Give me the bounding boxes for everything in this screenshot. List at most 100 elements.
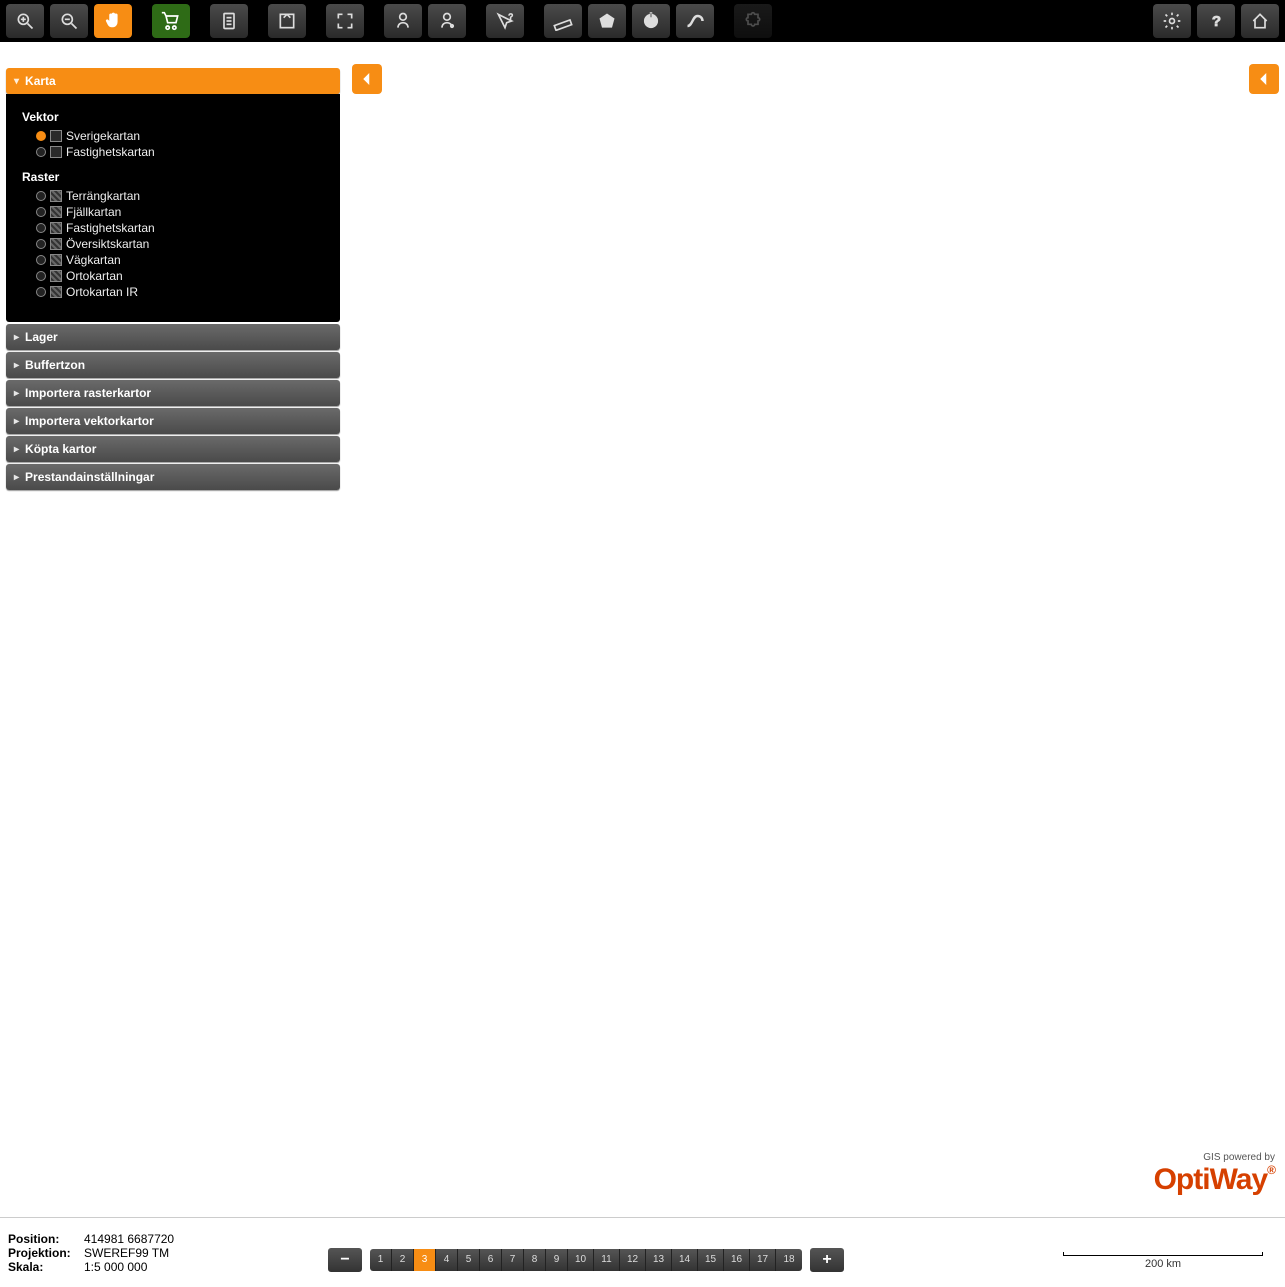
layer-oversiktskartan[interactable]: Översiktskartan bbox=[22, 236, 332, 252]
identify-point-button[interactable] bbox=[428, 4, 466, 38]
layer-label: Terrängkartan bbox=[66, 189, 140, 203]
puzzle-button[interactable] bbox=[734, 4, 772, 38]
layer-ortokartan-ir[interactable]: Ortokartan IR bbox=[22, 284, 332, 300]
zoom-step-18[interactable]: 18 bbox=[776, 1249, 802, 1271]
accordion-label: Importera rasterkartor bbox=[25, 386, 151, 400]
map-sweden bbox=[460, 120, 880, 940]
radio-off-icon bbox=[36, 271, 46, 281]
settings-button[interactable] bbox=[1153, 4, 1191, 38]
zoom-step-3[interactable]: 3 bbox=[414, 1249, 436, 1271]
zoom-step-15[interactable]: 15 bbox=[698, 1249, 724, 1271]
accordion-karta[interactable]: Karta bbox=[6, 68, 340, 94]
zoom-step-4[interactable]: 4 bbox=[436, 1249, 458, 1271]
zoom-step-11[interactable]: 11 bbox=[594, 1249, 620, 1271]
accordion-kopta-kartor[interactable]: Köpta kartor bbox=[6, 436, 340, 462]
layer-label: Ortokartan IR bbox=[66, 285, 138, 299]
layer-label: Ortokartan bbox=[66, 269, 123, 283]
zoom-in-button[interactable] bbox=[6, 4, 44, 38]
zoom-step-14[interactable]: 14 bbox=[672, 1249, 698, 1271]
collapse-left-panel-button[interactable] bbox=[352, 64, 382, 94]
raster-icon bbox=[50, 254, 62, 266]
credits-small: GIS powered by bbox=[1154, 1152, 1275, 1163]
cart-button[interactable] bbox=[152, 4, 190, 38]
help-button[interactable]: ? bbox=[1197, 4, 1235, 38]
zoom-step-9[interactable]: 9 bbox=[546, 1249, 568, 1271]
status-bar: Position:414981 6687720 Projektion:SWERE… bbox=[0, 1217, 1285, 1287]
radio-on-icon bbox=[36, 131, 46, 141]
shape-button[interactable] bbox=[588, 4, 626, 38]
radio-off-icon bbox=[36, 147, 46, 157]
raster-icon bbox=[50, 190, 62, 202]
scale-bar: 200 km bbox=[1063, 1252, 1263, 1270]
layer-vagkartan[interactable]: Vägkartan bbox=[22, 252, 332, 268]
layer-fastighetskartan-r[interactable]: Fastighetskartan bbox=[22, 220, 332, 236]
zoom-step-12[interactable]: 12 bbox=[620, 1249, 646, 1271]
accordion-prestanda[interactable]: Prestandainställningar bbox=[6, 464, 340, 490]
layer-sverigekartan[interactable]: Sverigekartan bbox=[22, 128, 332, 144]
zoom-in-icon bbox=[15, 11, 35, 31]
zoom-step-16[interactable]: 16 bbox=[724, 1249, 750, 1271]
accordion-label: Karta bbox=[25, 74, 56, 88]
accordion-import-vektor[interactable]: Importera vektorkartor bbox=[6, 408, 340, 434]
circle-icon bbox=[641, 11, 661, 31]
help-icon: ? bbox=[1206, 11, 1226, 31]
layer-fjallkartan[interactable]: Fjällkartan bbox=[22, 204, 332, 220]
path-button[interactable] bbox=[676, 4, 714, 38]
accordion-label: Importera vektorkartor bbox=[25, 414, 154, 428]
pan-icon bbox=[103, 11, 123, 31]
collapse-right-panel-button[interactable] bbox=[1249, 64, 1279, 94]
position-value: 414981 6687720 bbox=[84, 1232, 174, 1246]
layer-ortokartan[interactable]: Ortokartan bbox=[22, 268, 332, 284]
zoom-step-2[interactable]: 2 bbox=[392, 1249, 414, 1271]
identify-feature-button[interactable] bbox=[384, 4, 422, 38]
zoom-step-13[interactable]: 13 bbox=[646, 1249, 672, 1271]
zoom-out-step-button[interactable]: − bbox=[328, 1248, 362, 1272]
fullextent-button[interactable] bbox=[326, 4, 364, 38]
svg-text:?: ? bbox=[1212, 13, 1221, 30]
layer-fastighetskartan-v[interactable]: Fastighetskartan bbox=[22, 144, 332, 160]
home-icon bbox=[1250, 11, 1270, 31]
home-button[interactable] bbox=[1241, 4, 1279, 38]
zoom-step-8[interactable]: 8 bbox=[524, 1249, 546, 1271]
layer-label: Fjällkartan bbox=[66, 205, 121, 219]
scale-bar-label: 200 km bbox=[1063, 1258, 1263, 1270]
layer-label: Sverigekartan bbox=[66, 129, 140, 143]
scale-label: Skala: bbox=[8, 1260, 80, 1274]
accordion-buffertzon[interactable]: Buffertzon bbox=[6, 352, 340, 378]
zoom-steps: 123456789101112131415161718 bbox=[370, 1249, 802, 1271]
doc-button[interactable] bbox=[210, 4, 248, 38]
accordion-import-raster[interactable]: Importera rasterkartor bbox=[6, 380, 340, 406]
doc-icon bbox=[219, 11, 239, 31]
accordion-label: Köpta kartor bbox=[25, 442, 96, 456]
zoom-step-7[interactable]: 7 bbox=[502, 1249, 524, 1271]
ruler-icon bbox=[553, 11, 573, 31]
export-icon bbox=[277, 11, 297, 31]
sidebar: Karta Vektor Sverigekartan Fastighetskar… bbox=[6, 66, 340, 490]
zoom-bar: − 123456789101112131415161718 + bbox=[328, 1248, 844, 1272]
select-question-button[interactable]: ? bbox=[486, 4, 524, 38]
radio-off-icon bbox=[36, 255, 46, 265]
export-button[interactable] bbox=[268, 4, 306, 38]
zoom-step-5[interactable]: 5 bbox=[458, 1249, 480, 1271]
zoom-step-10[interactable]: 10 bbox=[568, 1249, 594, 1271]
accordion-lager[interactable]: Lager bbox=[6, 324, 340, 350]
zoom-step-1[interactable]: 1 bbox=[370, 1249, 392, 1271]
ruler-button[interactable] bbox=[544, 4, 582, 38]
zoom-out-button[interactable] bbox=[50, 4, 88, 38]
gear-icon bbox=[1162, 11, 1182, 31]
zoom-in-step-button[interactable]: + bbox=[810, 1248, 844, 1272]
zoom-out-icon bbox=[59, 11, 79, 31]
raster-icon bbox=[50, 270, 62, 282]
zoom-step-17[interactable]: 17 bbox=[750, 1249, 776, 1271]
chevron-left-icon bbox=[358, 70, 376, 88]
top-toolbar: ? ? bbox=[0, 0, 1285, 42]
layer-label: Översiktskartan bbox=[66, 237, 149, 251]
layer-terrangkartan[interactable]: Terrängkartan bbox=[22, 188, 332, 204]
zoom-step-6[interactable]: 6 bbox=[480, 1249, 502, 1271]
circle-button[interactable] bbox=[632, 4, 670, 38]
cart-icon bbox=[161, 11, 181, 31]
pan-button[interactable] bbox=[94, 4, 132, 38]
layer-label: Vägkartan bbox=[66, 253, 121, 267]
accordion-karta-body: Vektor Sverigekartan Fastighetskartan Ra… bbox=[6, 94, 340, 322]
identify-feature-icon bbox=[393, 11, 413, 31]
